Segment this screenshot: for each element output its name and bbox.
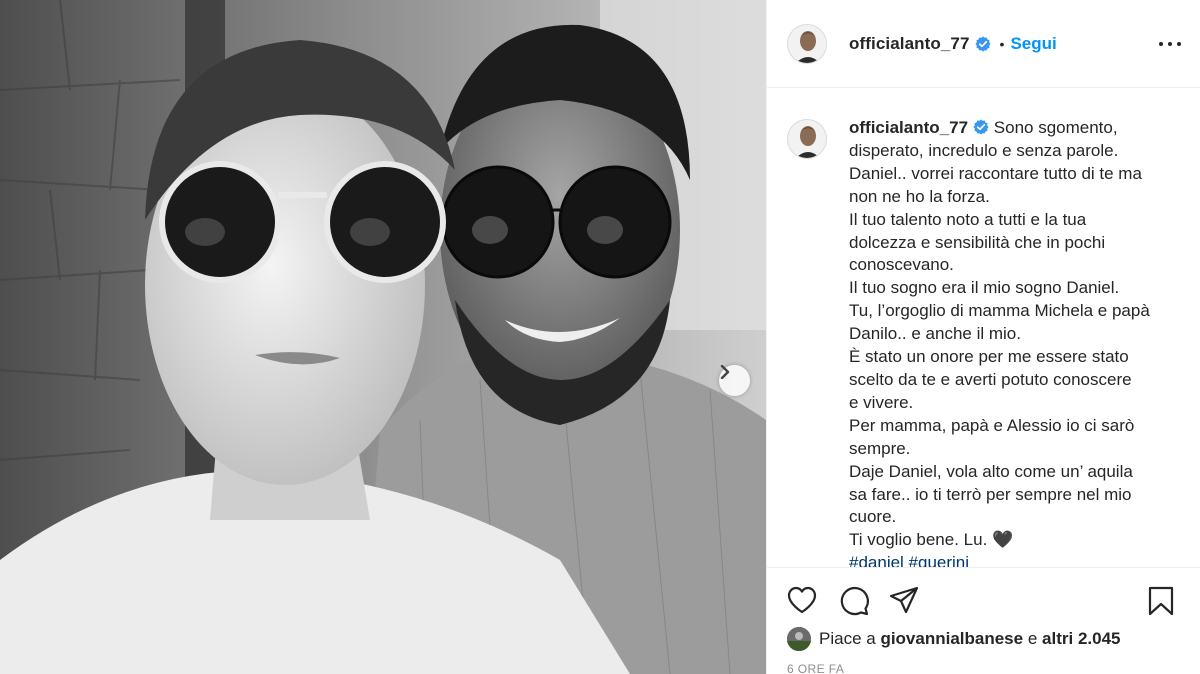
post-photo[interactable] — [0, 0, 766, 674]
caption-avatar[interactable] — [787, 119, 827, 159]
comment-icon[interactable] — [839, 586, 869, 616]
caption-line: Daniel.. vorrei raccontare tutto di te m… — [849, 163, 1142, 183]
caption-line: È stato un onore per me essere stato — [849, 347, 1129, 367]
caption: officialanto_77 Sono sgomento, disperato… — [787, 117, 1181, 567]
follow-button[interactable]: Segui — [1010, 34, 1056, 54]
caption-username[interactable]: officialanto_77 — [849, 118, 968, 137]
chevron-right-icon — [720, 365, 730, 379]
verified-badge-icon — [973, 119, 989, 135]
caption-line: Daje Daniel, vola alto come un’ aquila — [849, 461, 1133, 481]
avatar-image — [787, 627, 811, 651]
caption-line: Danilo.. e anche il mio. — [849, 324, 1021, 344]
caption-line: dolcezza e sensibilità che in pochi — [849, 232, 1106, 252]
send-icon[interactable] — [889, 586, 919, 614]
carousel-next-button[interactable] — [719, 365, 750, 396]
caption-line: Il tuo sogno era il mio sogno Daniel. — [849, 278, 1120, 298]
liker-avatar[interactable] — [787, 627, 811, 651]
likes-others-link[interactable]: altri 2.045 — [1042, 629, 1120, 649]
caption-first-line: officialanto_77 Sono sgomento, — [849, 117, 1179, 140]
photo-image — [0, 0, 766, 674]
separator-dot: • — [999, 35, 1005, 52]
avatar-image — [788, 24, 826, 63]
caption-hashtags[interactable]: #daniel #guerini — [849, 552, 1179, 567]
caption-line: scelto da te e averti potuto conoscere — [849, 369, 1132, 389]
comments-section[interactable]: officialanto_77 Sono sgomento, disperato… — [767, 89, 1200, 567]
heart-icon[interactable] — [787, 586, 817, 614]
caption-line: Tu, l’orgoglio di mamma Michela e papà — [849, 301, 1150, 321]
caption-line: non ne ho la forza. — [849, 186, 990, 206]
post-header: officialanto_77 • Segui — [767, 0, 1200, 88]
caption-line: conoscevano. — [849, 255, 954, 275]
caption-line: sa fare.. io ti terrò per sempre nel mio — [849, 484, 1132, 504]
more-options-icon[interactable] — [1159, 34, 1181, 54]
likes-summary[interactable]: Piace a giovannialbanese e altri 2.045 — [787, 626, 1121, 652]
likes-conjunction: e — [1027, 629, 1038, 648]
caption-line: Sono sgomento, — [993, 118, 1118, 137]
caption-text: officialanto_77 Sono sgomento, disperato… — [849, 117, 1179, 567]
liker-username[interactable]: giovannialbanese — [880, 629, 1023, 649]
avatar-image — [788, 120, 826, 158]
avatar[interactable] — [787, 23, 827, 64]
verified-badge-icon — [975, 36, 991, 51]
caption-line: disperato, incredulo e senza parole. — [849, 140, 1119, 160]
caption-line: Il tuo talento noto a tutti e la tua — [849, 209, 1087, 229]
caption-line: e vivere. — [849, 392, 914, 412]
caption-line: cuore. — [849, 507, 897, 527]
likes-prefix: Piace a — [819, 629, 876, 648]
username-link[interactable]: officialanto_77 — [849, 34, 970, 54]
bookmark-icon[interactable] — [1147, 586, 1175, 616]
caption-line: Per mamma, papà e Alessio io ci sarò — [849, 415, 1135, 435]
post-side-panel: officialanto_77 • Segui officialanto_77 … — [766, 0, 1200, 674]
post-timestamp[interactable]: 6 ORE FA — [787, 662, 844, 674]
caption-line: Ti voglio bene. Lu. 🖤 — [849, 530, 1014, 550]
caption-line: sempre. — [849, 438, 911, 458]
action-bar — [767, 567, 1200, 623]
